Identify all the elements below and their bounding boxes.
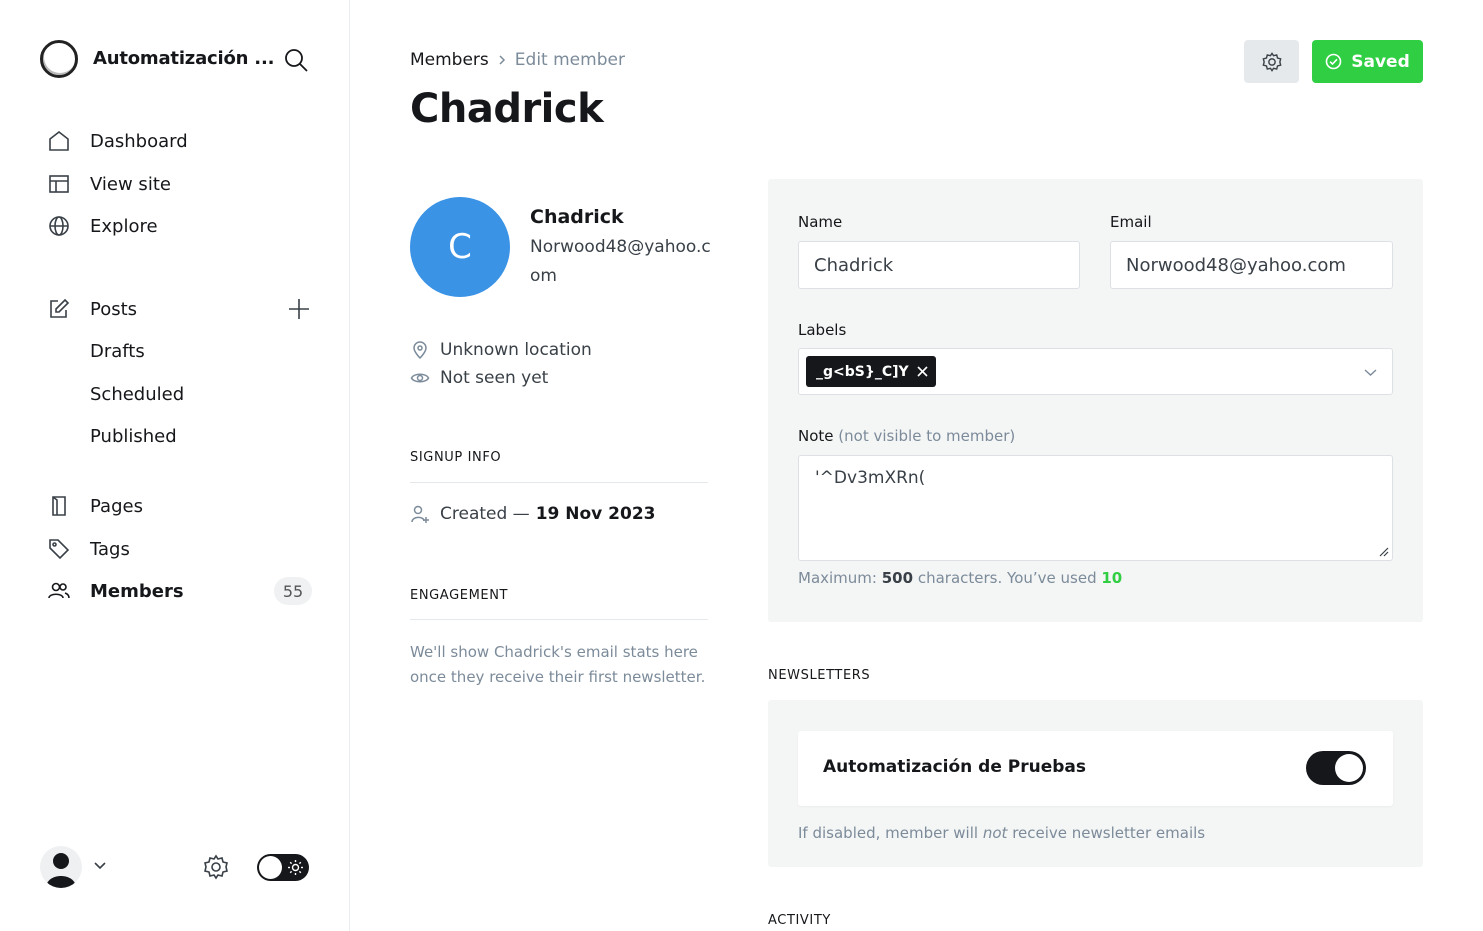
label-token: _g<bS}_C]Y — [806, 356, 936, 387]
sidebar-item-label: Published — [90, 425, 177, 447]
divider — [410, 482, 708, 483]
breadcrumb: Members Edit member — [410, 50, 625, 70]
sidebar-item-label: Pages — [90, 495, 143, 517]
last-seen-text: Not seen yet — [440, 368, 549, 388]
engagement-text: We'll show Chadrick's email stats here o… — [410, 643, 706, 686]
hint-prefix: Maximum: — [798, 569, 877, 587]
sidebar-item-scheduled[interactable]: Scheduled — [90, 379, 184, 409]
labels-label: Labels — [798, 321, 847, 339]
label-token-text: _g<bS}_C]Y — [816, 363, 909, 380]
note-sublabel: (not visible to member) — [838, 427, 1016, 445]
member-last-seen: Not seen yet — [410, 368, 548, 388]
save-button-label: Saved — [1351, 51, 1410, 72]
sidebar-item-dashboard[interactable]: Dashboard — [46, 126, 188, 156]
sidebar-item-members[interactable]: Members — [46, 576, 184, 606]
sidebar-item-label: Posts — [90, 298, 138, 320]
user-add-icon — [411, 505, 429, 523]
location-text: Unknown location — [440, 340, 592, 360]
chevron-down-icon[interactable] — [92, 858, 108, 874]
newsletters-heading: NEWSLETTERS — [768, 668, 871, 683]
add-post-icon[interactable] — [286, 296, 312, 322]
eye-icon — [410, 373, 430, 383]
member-created: Created — 19 Nov 2023 — [410, 504, 655, 524]
sidebar-item-pages[interactable]: Pages — [46, 491, 143, 521]
note-label: Note (not visible to member) — [798, 427, 1015, 445]
signup-info-heading: SIGNUP INFO — [410, 450, 502, 465]
page-title: Chadrick — [410, 86, 604, 132]
nl-hint-not: not — [982, 824, 1008, 842]
nl-hint-before: If disabled, member will — [798, 824, 979, 842]
member-location: Unknown location — [410, 340, 592, 360]
note-textarea[interactable]: '^Dv3mXRn( — [798, 455, 1393, 561]
engagement-heading: ENGAGEMENT — [410, 588, 509, 603]
settings-gear-icon[interactable] — [202, 853, 230, 881]
sidebar-item-label: Dashboard — [90, 130, 188, 152]
theme-toggle[interactable] — [257, 854, 309, 881]
tag-icon — [46, 536, 72, 562]
member-actions-button[interactable] — [1244, 40, 1299, 83]
sidebar-item-label: Explore — [90, 215, 158, 237]
user-avatar[interactable] — [40, 846, 82, 888]
user-silhouette-icon — [46, 853, 76, 888]
name-field[interactable] — [798, 241, 1080, 289]
divider — [410, 619, 708, 620]
newsletter-name: Automatización de Pruebas — [823, 757, 1087, 777]
chevron-right-icon — [499, 55, 505, 65]
chevron-down-icon — [1364, 369, 1377, 376]
note-char-hint: Maximum: 500 characters. You’ve used 10 — [798, 569, 1122, 587]
sidebar-item-label: Scheduled — [90, 383, 185, 405]
newsletter-hint: If disabled, member will not receive new… — [798, 824, 1205, 842]
save-button[interactable]: Saved — [1312, 40, 1423, 83]
page-icon — [46, 493, 72, 519]
sidebar-item-label: View site — [90, 173, 171, 195]
site-logo[interactable] — [40, 40, 78, 78]
name-label: Name — [798, 213, 843, 231]
email-label: Email — [1110, 213, 1152, 231]
nl-hint-after: receive newsletter emails — [1012, 824, 1206, 842]
breadcrumb-current: Edit member — [514, 50, 625, 70]
sidebar-item-view-site[interactable]: View site — [46, 169, 171, 199]
created-date: 19 Nov 2023 — [535, 504, 656, 524]
member-avatar: C — [410, 197, 510, 297]
resize-handle-icon[interactable] — [1379, 547, 1389, 557]
check-circle-icon — [1325, 53, 1342, 70]
note-label-text: Note — [798, 427, 834, 445]
hint-max: 500 — [881, 569, 914, 587]
toggle-knob — [259, 856, 282, 879]
sidebar-item-posts[interactable]: Posts — [46, 294, 137, 324]
hint-used: 10 — [1101, 569, 1123, 587]
app-root: Automatización ... Dashboard View site E… — [0, 0, 1483, 931]
edit-icon — [46, 296, 72, 322]
activity-heading: ACTIVITY — [768, 913, 831, 928]
member-name: Chadrick — [530, 206, 624, 228]
search-icon[interactable] — [282, 46, 310, 74]
sidebar-item-label: Members — [90, 580, 184, 602]
sidebar-item-drafts[interactable]: Drafts — [90, 336, 145, 366]
hint-middle: characters. You’ve used — [917, 569, 1097, 587]
sidebar-item-label: Tags — [90, 538, 130, 560]
toggle-knob — [1335, 754, 1363, 782]
sun-icon — [288, 860, 303, 875]
sidebar: Automatización ... Dashboard View site E… — [0, 0, 350, 931]
created-label: Created — — [440, 504, 530, 524]
members-count-badge: 55 — [274, 577, 312, 605]
member-email: Norwood48@yahoo.com — [530, 237, 711, 286]
labels-select[interactable]: _g<bS}_C]Y — [798, 348, 1393, 395]
close-icon[interactable] — [917, 366, 928, 377]
sidebar-item-tags[interactable]: Tags — [46, 534, 130, 564]
site-title[interactable]: Automatización ... — [93, 48, 274, 69]
globe-icon — [46, 213, 72, 239]
sidebar-item-explore[interactable]: Explore — [46, 211, 158, 241]
breadcrumb-members-link[interactable]: Members — [410, 50, 489, 70]
email-field[interactable] — [1110, 241, 1393, 289]
newsletter-subscription-toggle[interactable] — [1306, 751, 1366, 785]
sidebar-item-label: Drafts — [90, 340, 145, 362]
layout-icon — [46, 171, 72, 197]
users-icon — [46, 578, 72, 604]
gear-icon — [1261, 51, 1282, 72]
sidebar-item-published[interactable]: Published — [90, 421, 177, 451]
home-icon — [46, 128, 72, 154]
location-pin-icon — [413, 341, 427, 360]
